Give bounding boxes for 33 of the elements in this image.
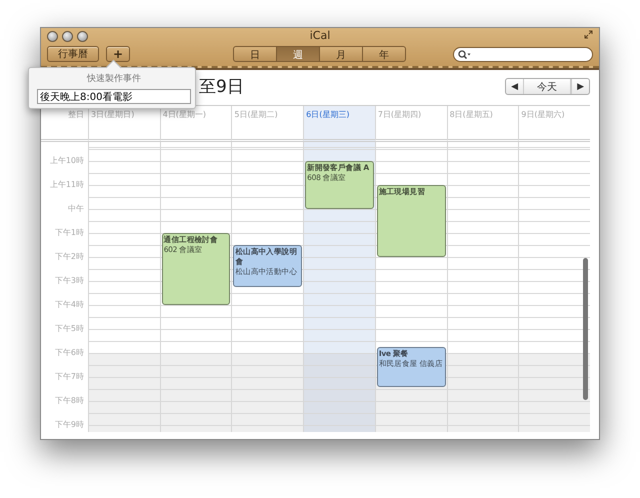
time-label: 下午5時 (54, 323, 85, 335)
view-tab[interactable]: 年 (362, 46, 406, 62)
add-event-button[interactable]: + (106, 46, 130, 62)
time-label: 上午11時 (48, 179, 85, 191)
window-control-icon[interactable] (77, 30, 88, 42)
window-control-icon[interactable] (47, 30, 58, 42)
time-label: 下午7時 (54, 371, 85, 383)
date-range-title: 至9日 (199, 76, 244, 98)
time-label: 下午3時 (54, 275, 85, 287)
time-label: 下午6時 (54, 347, 85, 359)
view-tab[interactable]: 日 (233, 46, 277, 62)
time-label: 上午10時 (48, 155, 85, 167)
time-label: 下午1時 (54, 227, 85, 239)
view-tab[interactable]: 週 (276, 46, 320, 62)
today-button[interactable]: 今天 (523, 79, 572, 94)
time-label: 下午8時 (54, 395, 85, 407)
next-button[interactable]: ▶ (571, 79, 589, 94)
window-title: iCal (308, 30, 332, 42)
window-control-icon[interactable] (62, 30, 73, 42)
time-label: 中午 (67, 203, 85, 215)
time-label: 下午9時 (54, 419, 85, 431)
quick-event-input[interactable]: 後天晚上8:00看電影 (37, 89, 191, 104)
popover-title: 快速製作事件 (87, 72, 141, 85)
previous-button[interactable]: ◀ (506, 79, 524, 94)
time-label: 下午4時 (54, 299, 85, 311)
calendars-button[interactable]: 行事曆 (47, 46, 99, 62)
view-tab[interactable]: 月 (319, 46, 363, 62)
day-header[interactable]: 6日(星期三) (303, 106, 375, 142)
search-field[interactable] (453, 46, 593, 62)
fullscreen-icon[interactable] (584, 30, 593, 39)
search-icon (458, 50, 471, 58)
time-label: 下午2時 (54, 251, 85, 263)
scrollbar[interactable] (583, 258, 588, 400)
